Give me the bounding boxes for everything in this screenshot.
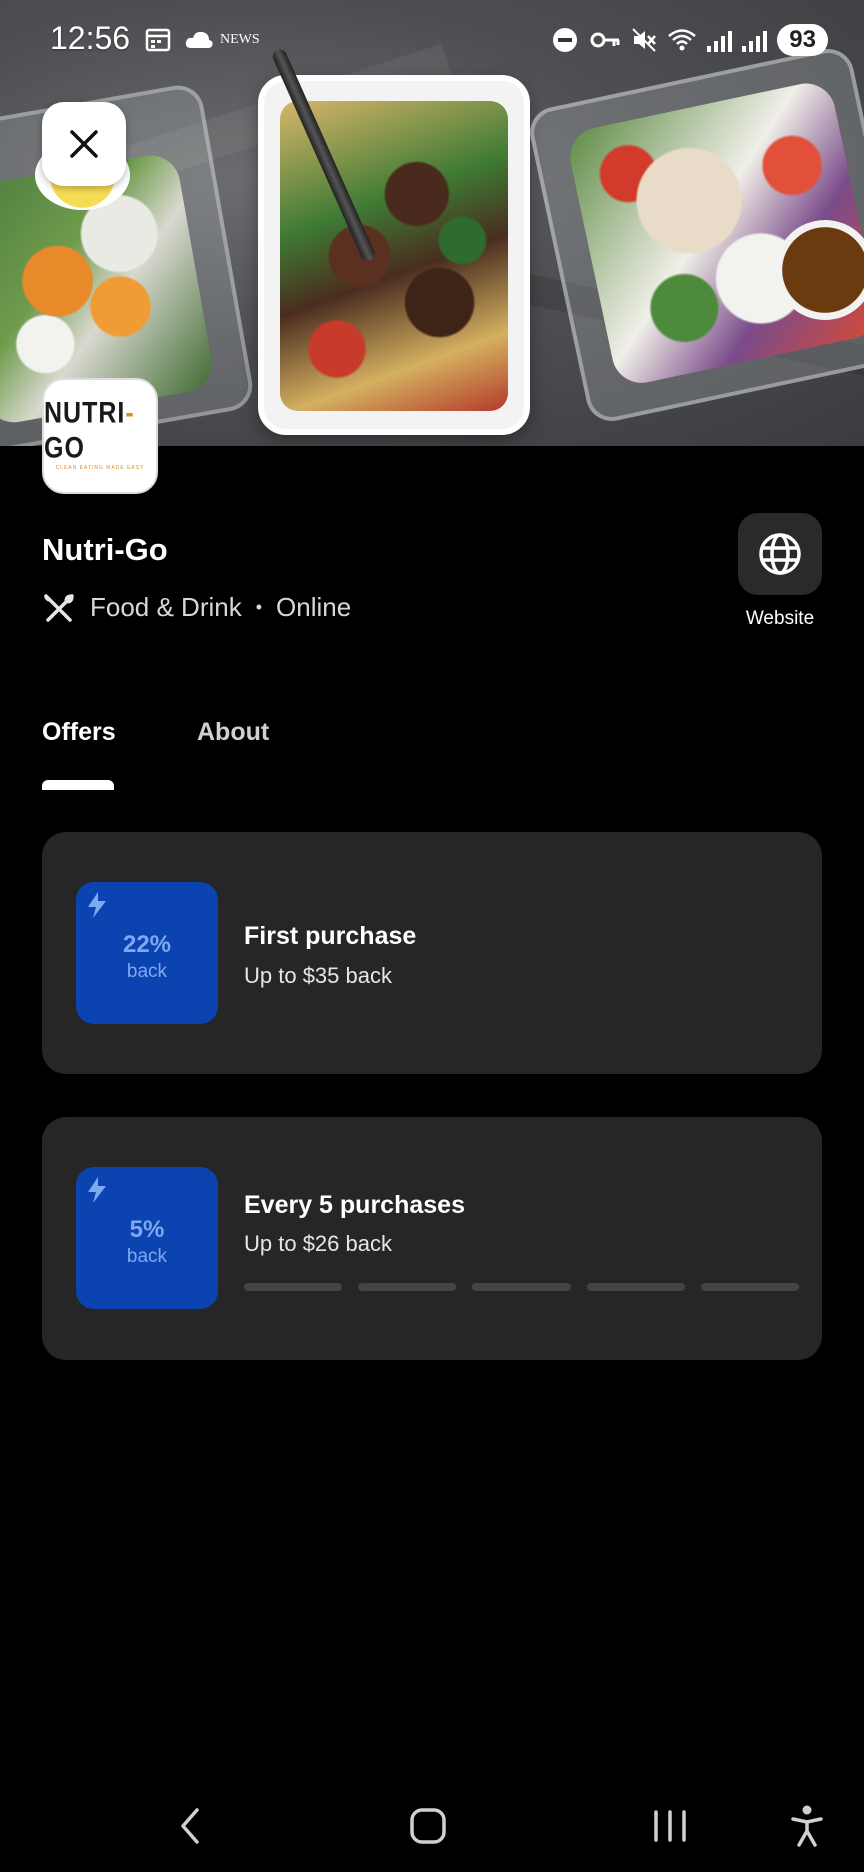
website-label[interactable]: Website [720, 608, 840, 630]
home-icon [410, 1808, 446, 1844]
offer-subtitle: Up to $35 back [244, 963, 392, 988]
tab-active-indicator [42, 780, 114, 790]
close-icon [70, 130, 98, 158]
nav-recents-button[interactable] [630, 1780, 710, 1872]
status-time: 12:56 [50, 20, 131, 56]
cashback-back-label: back [126, 961, 168, 982]
system-nav-bar [0, 1780, 864, 1872]
cashback-badge: 22% back [76, 882, 218, 1024]
tab-offers[interactable]: Offers [42, 718, 116, 747]
cashback-percent: 5% [129, 1216, 165, 1243]
accessibility-icon [791, 1805, 823, 1847]
dnd-icon [553, 28, 578, 52]
close-button[interactable] [42, 102, 126, 186]
news-app-icon: NEWS [220, 32, 260, 47]
status-bar: 12:56 NEWS 93 [0, 0, 864, 80]
purchase-progress [244, 1283, 800, 1291]
nav-back-button[interactable] [150, 1780, 230, 1872]
merchant-category: Food & Drink [90, 592, 242, 622]
lightning-bolt-icon [88, 892, 106, 918]
key-icon [590, 32, 620, 48]
progress-segment [700, 1283, 800, 1291]
wifi-icon [668, 29, 697, 51]
offer-card-every-5-purchases[interactable]: 5% back Every 5 purchases Up to $26 back [42, 1117, 822, 1360]
back-icon [181, 1808, 199, 1844]
signal-icon-2 [742, 28, 768, 52]
cashback-percent: 22% [122, 931, 172, 958]
globe-icon [759, 533, 801, 575]
offer-subtitle: Up to $26 back [244, 1231, 392, 1256]
battery-indicator: 93 [777, 24, 828, 56]
status-notification-icons [145, 26, 214, 59]
calendar-icon [145, 28, 171, 52]
meta-separator: • [255, 597, 263, 617]
noodle-tray [258, 75, 530, 435]
cloud-icon [185, 31, 213, 48]
status-system-icons: 93 [551, 24, 828, 56]
merchant-name: Nutri-Go [42, 532, 168, 567]
mute-icon [632, 28, 657, 52]
progress-segment [472, 1283, 571, 1291]
signal-icon [707, 28, 733, 52]
lightning-bolt-icon [88, 1177, 106, 1203]
offer-title: First purchase [244, 922, 417, 950]
sauce-cup [775, 220, 864, 320]
recents-icon [654, 1810, 686, 1842]
progress-segment [586, 1283, 685, 1291]
merchant-meta: Food & Drink • Online [42, 592, 351, 623]
tab-about[interactable]: About [197, 718, 269, 747]
nav-home-button[interactable] [388, 1780, 468, 1872]
offer-card-first-purchase[interactable]: 22% back First purchase Up to $35 back [42, 832, 822, 1074]
cashback-back-label: back [126, 1246, 168, 1267]
progress-segment [358, 1283, 457, 1291]
offer-title: Every 5 purchases [244, 1191, 465, 1219]
utensils-icon [44, 593, 74, 622]
merchant-logo: NUTRI-GO CLEAN EATING MADE EASY [42, 378, 158, 494]
cashback-badge: 5% back [76, 1167, 218, 1309]
merchant-channel: Online [276, 592, 352, 622]
website-button[interactable] [738, 513, 822, 595]
nav-accessibility-button[interactable] [772, 1780, 842, 1872]
progress-segment [244, 1283, 343, 1291]
